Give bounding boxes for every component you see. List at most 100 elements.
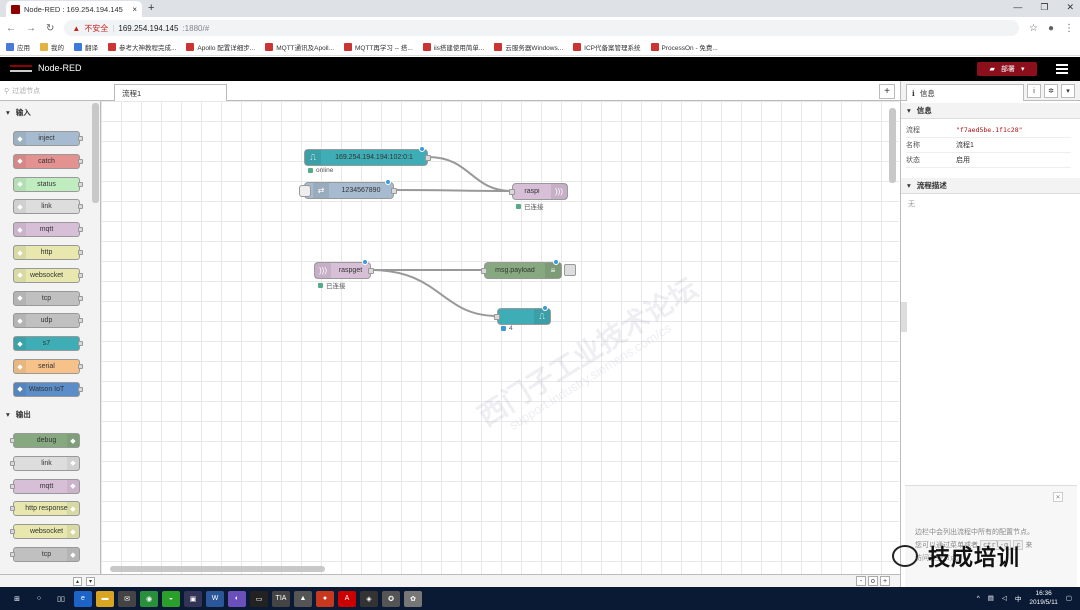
mail-icon[interactable]: ✉ [118,590,136,607]
node-output-port[interactable] [391,188,397,194]
palette-node-status[interactable]: ◆ status [13,176,83,192]
bookmark-item[interactable]: ICP代备案管理系统 [573,42,641,52]
node-input-port[interactable] [509,189,515,195]
word-icon[interactable]: W [206,590,224,607]
notifications-icon[interactable]: ▢ [1066,594,1072,602]
palette-node-link[interactable]: ◆ link [10,455,80,471]
palette-node-link[interactable]: ◆ link [13,199,83,215]
bookmark-item[interactable]: MQTT通讯及Apoll... [265,42,334,52]
node-input-port[interactable] [494,314,500,320]
app-icon-4[interactable]: ◈ [360,590,378,607]
palette-node-http[interactable]: ◆ http [13,245,83,260]
canvas-horizontal-scrollbar[interactable] [110,566,325,572]
inject-trigger-button[interactable] [299,185,311,197]
palette-search-input[interactable]: 过滤节点 [12,86,40,96]
edge-browser-icon[interactable]: e [74,590,92,607]
palette-node-udp[interactable]: ◆ udp [13,313,83,329]
expand-all-icon[interactable]: ▾ [86,577,95,586]
deploy-button[interactable]: ▰ 部署 ▾ [977,62,1037,76]
palette-node-mqtt[interactable]: ◆ mqtt [10,478,80,494]
palette-category-header[interactable]: ▾ 输出 [0,406,92,422]
sidebar-resize-handle[interactable] [901,302,907,332]
add-flow-button[interactable]: + [879,84,895,99]
palette-search[interactable]: ⚲ 过滤节点 [0,81,101,101]
deploy-dropdown-icon[interactable]: ▾ [1021,65,1025,73]
app-icon-3[interactable]: ● [316,590,334,607]
ime-indicator[interactable]: 中 [1015,593,1022,603]
search-icon[interactable]: ○ [30,591,48,607]
palette-node-tcp[interactable]: ◆ tcp [13,290,83,306]
palette-category-header[interactable]: ▾ 输入 [0,104,92,120]
new-tab-button[interactable]: + [148,2,154,14]
photos-icon[interactable]: ▲ [294,590,312,607]
file-explorer-icon[interactable]: ▬ [96,590,114,607]
palette-node-s7[interactable]: ◆ s7 [13,336,83,352]
inject-node[interactable]: ⇄ 1234567890 [299,179,397,199]
bookmark-item[interactable]: 翻译 [74,42,98,52]
raspi-mqtt-out-node[interactable]: raspi ))) [509,183,568,200]
close-window-icon[interactable]: ✕ [1066,2,1074,13]
node-input-port[interactable] [481,268,487,274]
bookmark-item[interactable]: ProcessOn - 免费... [650,42,718,52]
info-section-header[interactable]: ▾ 信息 [901,103,1080,119]
back-icon[interactable]: ← [6,23,16,34]
tia-portal-icon[interactable]: TIA [272,590,290,607]
palette-node-watson-iot[interactable]: ◆ Watson IoT [13,381,83,397]
node-output-port[interactable] [368,268,374,274]
clock[interactable]: 16:36 2019/5/11 [1029,589,1057,607]
task-view-icon[interactable]: ▯▯ [52,591,70,607]
bookmark-item[interactable]: 应用 [6,42,30,52]
debug-node[interactable]: msg.payload ≡ [481,259,562,279]
bookmark-item[interactable]: 参考大神教程完成... [108,42,176,52]
bookmark-item[interactable]: Apollo 配置详细步... [186,42,255,52]
palette-node-tcp[interactable]: ◆ tcp [10,547,80,562]
canvas-vertical-scrollbar[interactable] [889,108,896,183]
palette-node-debug[interactable]: ◆ debug [10,433,80,448]
bookmark-item[interactable]: 云服务器Windows... [494,42,563,52]
bookmark-item[interactable]: iis搭建使用简单... [422,42,484,52]
palette-scrollbar[interactable] [92,103,99,203]
flow-canvas[interactable]: 西门子工业技术论坛 support.industry.siemens.com/c… [101,101,899,574]
main-menu-icon[interactable] [1056,64,1068,74]
browser-tab[interactable]: Node-RED : 169.254.194.145 × [6,1,142,17]
app-icon-2[interactable]: ◐ [228,590,246,607]
flow-description-header[interactable]: ▾ 流程描述 [901,178,1080,194]
network-icon[interactable]: ▤ [988,594,994,602]
forward-icon[interactable]: → [26,23,36,34]
palette-node-serial[interactable]: ◆ serial [13,359,83,374]
collapse-all-icon[interactable]: ▴ [73,577,82,586]
bookmark-item[interactable]: 我的 [40,42,64,52]
palette-node-http-response[interactable]: ◆ http response [10,501,80,517]
info-tab-icon[interactable]: i [1027,84,1041,98]
zoom-in-button[interactable]: + [880,576,890,586]
close-tab-icon[interactable]: × [132,5,137,14]
acrobat-icon[interactable]: A [338,590,356,607]
palette-node-catch[interactable]: ◆ catch [13,153,83,169]
browser-menu-icon[interactable]: ⋮ [1064,23,1074,34]
reload-icon[interactable]: ↻ [46,23,54,34]
zoom-out-button[interactable]: - [856,576,866,586]
debug-tab-icon[interactable]: ✲ [1044,84,1058,98]
windows-start-icon[interactable]: ⊞ [8,591,26,607]
terminal-icon[interactable]: ▭ [250,590,268,607]
debug-toggle-button[interactable] [564,264,576,276]
palette-node-websocket[interactable]: ◆ websocket [10,524,80,540]
zoom-reset-button[interactable]: o [868,576,878,586]
tray-arrow-icon[interactable]: ^ [977,595,980,602]
wechat-app-icon[interactable]: ◒ [162,590,180,607]
palette-node-mqtt[interactable]: ◆ mqtt [13,222,83,238]
node-output-port[interactable] [425,155,431,161]
maximize-icon[interactable]: ❐ [1040,2,1048,13]
palette-node-inject[interactable]: ◆ inject [13,131,83,146]
app-icon-1[interactable]: ▣ [184,590,202,607]
tab-info[interactable]: ℹ 信息 [906,84,1024,101]
palette-node-websocket[interactable]: ◆ websocket [13,267,83,283]
tab-flow1[interactable]: 流程1 [114,84,227,102]
bookmark-star-icon[interactable]: ☆ [1029,23,1038,34]
bookmark-item[interactable]: MQTT再学习 -- 搭... [344,42,413,52]
s7-in-node[interactable]: ⎍ 169.254.194.194:102:0:1 [304,146,431,166]
chrome-icon[interactable]: ◉ [140,590,158,607]
close-tip-icon[interactable]: ✕ [1053,492,1063,502]
volume-icon[interactable]: ◁ [1002,594,1007,602]
sidebar-menu-icon[interactable]: ▾ [1061,84,1075,98]
